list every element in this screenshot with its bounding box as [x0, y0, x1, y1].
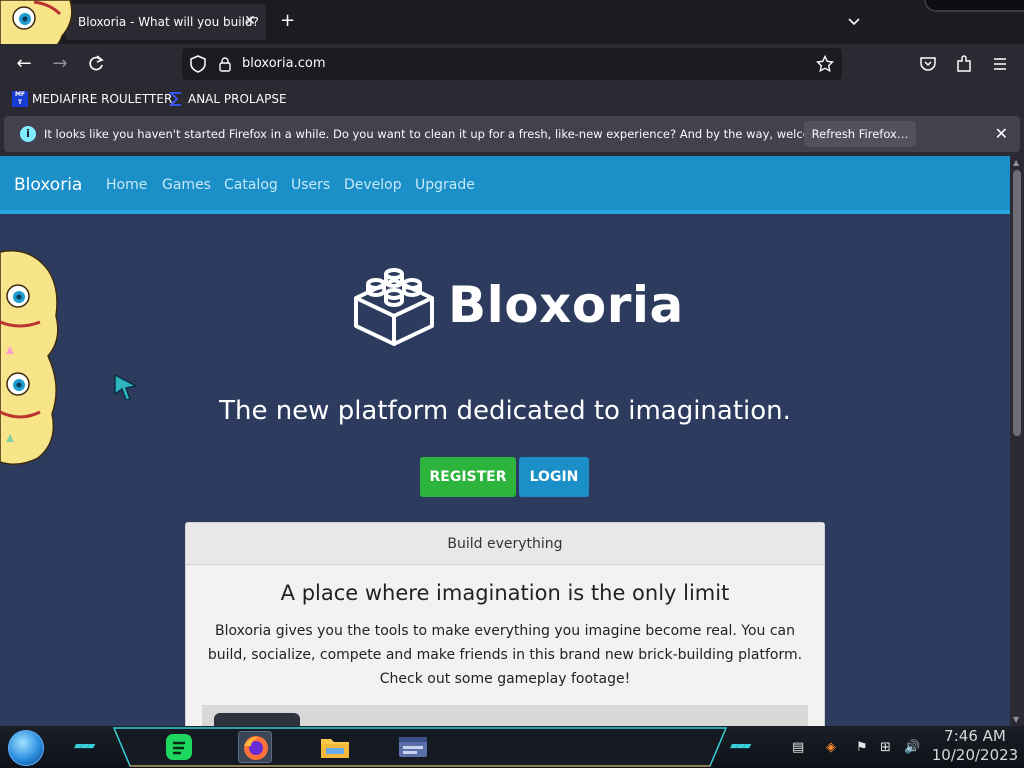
clock-date: 10/20/2023 [931, 746, 1019, 764]
site-brand[interactable]: Bloxoria [14, 175, 82, 195]
tab-close-icon[interactable]: ✕ [242, 13, 258, 29]
sigma-icon [168, 92, 181, 106]
spotify-icon[interactable] [162, 731, 196, 763]
hero-logo-text: Bloxoria [448, 276, 684, 334]
nav-link-develop[interactable]: Develop [344, 177, 402, 193]
sticker-decoration [0, 250, 59, 465]
bookmark-item[interactable]: ANAL PROLAPSE [168, 91, 287, 107]
navigation-toolbar: ← → bloxoria.com [0, 44, 1024, 84]
network-icon[interactable]: ⊞ [880, 740, 891, 755]
tagline: The new platform dedicated to imaginatio… [219, 396, 791, 426]
bookmark-item[interactable]: MF T MEDIAFIRE ROULETTER [12, 91, 172, 107]
tab-bar: Bloxoria - What will you build? ✕ + [0, 0, 1024, 44]
back-icon[interactable]: ← [14, 54, 34, 74]
mouse-cursor-icon [114, 373, 139, 401]
window-app-icon[interactable] [396, 731, 430, 763]
card-header: Build everything [186, 523, 824, 565]
new-tab-icon[interactable]: + [280, 12, 295, 30]
web-page: Bloxoria Home Games Catalog Users Develo… [0, 156, 1010, 726]
nav-link-catalog[interactable]: Catalog [224, 177, 278, 193]
scroll-thumb[interactable] [1013, 170, 1021, 436]
close-icon[interactable]: ✕ [995, 124, 1008, 143]
scroll-up-icon[interactable]: ▲ [1013, 158, 1019, 167]
scroll-down-icon[interactable]: ▼ [1013, 715, 1019, 724]
taskbar: ▰▰▰ ▰▰▰ ▤ ◈ ⚑ ⊞ 🔊 7:46 AM 10/20/2023 [0, 726, 1024, 768]
bookmark-label: ANAL PROLAPSE [188, 92, 287, 106]
info-icon: i [20, 126, 36, 142]
nav-link-home[interactable]: Home [106, 177, 147, 193]
nav-link-upgrade[interactable]: Upgrade [415, 177, 475, 193]
site-navbar: Bloxoria Home Games Catalog Users Develo… [0, 156, 1010, 214]
pocket-icon[interactable] [919, 55, 937, 73]
url-text[interactable]: bloxoria.com [242, 56, 325, 71]
clock-time: 7:46 AM [944, 727, 1006, 745]
list-all-tabs-icon[interactable] [846, 14, 862, 30]
notification-message: It looks like you haven't started Firefo… [44, 127, 864, 141]
nav-link-users[interactable]: Users [291, 177, 330, 193]
url-bar[interactable]: bloxoria.com [182, 48, 842, 80]
start-button[interactable] [8, 730, 44, 766]
mediafire-icon: MF T [12, 91, 28, 107]
firefox-icon[interactable] [238, 731, 272, 763]
lock-icon[interactable] [218, 56, 232, 72]
tracking-protection-icon[interactable] [190, 55, 206, 73]
bookmark-star-icon[interactable] [816, 55, 834, 73]
page-scrollbar[interactable]: ▲ ▼ [1010, 156, 1024, 726]
tray-menu-icon[interactable]: ▤ [792, 740, 804, 755]
chevron-decoration-icon: ▰▰▰ [74, 739, 95, 752]
flag-icon[interactable]: ⚑ [856, 740, 868, 755]
window-controls[interactable] [924, 0, 1024, 12]
chevron-decoration-icon: ▰▰▰ [730, 739, 751, 752]
notification-bar: i It looks like you haven't started Fire… [4, 116, 1020, 152]
volume-icon[interactable]: 🔊 [904, 740, 920, 755]
feature-card: Build everything A place where imaginati… [185, 522, 825, 726]
gameplay-video[interactable] [202, 705, 808, 726]
card-title: A place where imagination is the only li… [280, 581, 730, 605]
register-button[interactable]: REGISTER [420, 457, 516, 497]
tray-app-icon[interactable]: ◈ [826, 740, 836, 755]
menu-icon[interactable] [991, 55, 1009, 73]
file-explorer-icon[interactable] [318, 731, 352, 763]
nav-link-games[interactable]: Games [162, 177, 211, 193]
tab-title: Bloxoria - What will you build? [78, 15, 259, 29]
refresh-firefox-button[interactable]: Refresh Firefox… [804, 121, 916, 147]
clock[interactable]: 7:46 AM 10/20/2023 [930, 727, 1020, 765]
browser-tab[interactable]: Bloxoria - What will you build? ✕ [66, 4, 266, 40]
login-button[interactable]: LOGIN [519, 457, 589, 497]
extensions-icon[interactable] [955, 55, 973, 73]
bookmark-label: MEDIAFIRE ROULETTER [32, 92, 173, 106]
bookmarks-toolbar: MF T MEDIAFIRE ROULETTER ANAL PROLAPSE [0, 84, 1024, 114]
video-thumbnail [214, 713, 300, 726]
reload-icon[interactable] [86, 54, 106, 74]
brick-logo-icon [354, 268, 434, 346]
card-body: Bloxoria gives you the tools to make eve… [207, 623, 803, 687]
forward-icon[interactable]: → [50, 54, 70, 74]
